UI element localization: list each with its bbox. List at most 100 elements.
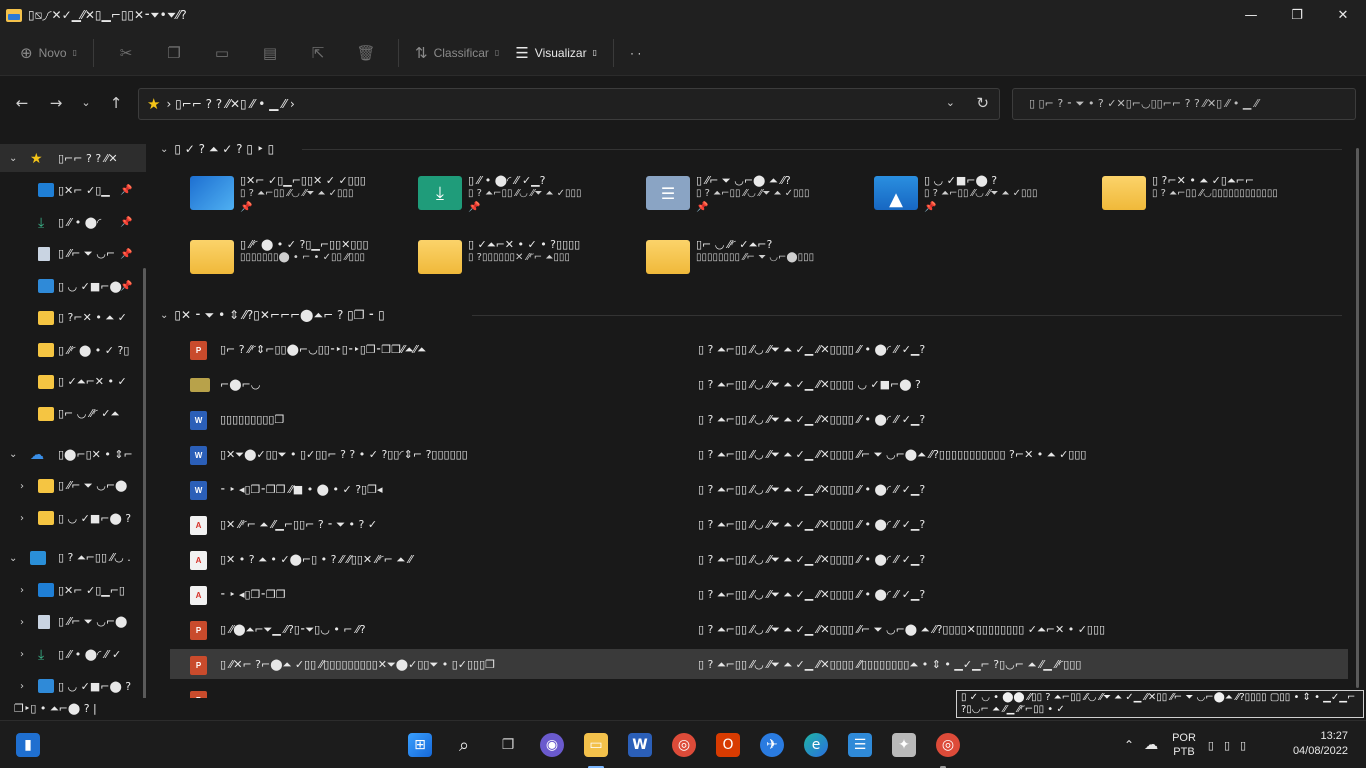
view-button[interactable]: ☰ Visualizar ▯ — [507, 37, 605, 69]
chevron-up-icon[interactable]: ⌃ — [1124, 738, 1134, 752]
maximize-button[interactable]: ❐ — [1274, 0, 1320, 30]
pdf-file-icon: A — [190, 586, 207, 605]
chevron-down-icon[interactable]: ⌄ — [160, 144, 168, 155]
tile[interactable]: ☰ ▯ ⁄⁄⌐ ⏷ ◡⌐⬤ ⏶ ⁄⁄? ▯ ? ⏶⌐▯▯ ⁄⁄◡ ⁄⁄⏷ ⏶ ✓… — [646, 168, 866, 224]
sidebar-item[interactable]: ▯ ⁄⁄⌐ ⏷ ◡⌐ 📌 — [0, 240, 146, 268]
file-row[interactable]: A ⁃ ‣ ◂▯❐⁃❐❐ ▯ ? ⏶⌐▯▯ ⁄⁄◡ ⁄⁄⏷ ⏶ ✓▁ ⁄⁄✕▯▯… — [170, 579, 1348, 609]
language-indicator[interactable]: POR PTB — [1172, 731, 1196, 759]
file-row[interactable]: ⌐⬤⌐◡ ▯ ? ⏶⌐▯▯ ⁄⁄◡ ⁄⁄⏷ ⏶ ✓▁ ⁄⁄✕▯▯▯▯ ◡ ✓■⌐… — [170, 369, 1348, 399]
sidebar-item[interactable]: › ▯ ◡ ✓■⌐⬤ ? — [0, 504, 146, 532]
forward-arrow-icon[interactable]: → — [46, 94, 66, 112]
word-icon[interactable]: W — [628, 733, 652, 757]
sidebar-item[interactable]: ▯✕⌐ ✓▯▁ 📌 — [0, 176, 146, 204]
new-button[interactable]: ⊕ Novo ▯ — [12, 37, 85, 69]
chevron-right-icon[interactable]: › — [20, 481, 24, 492]
sidebar-item-quick-access[interactable]: ⌄ ★ ▯⌐⌐ ? ? ⁄⁄✕ — [0, 144, 146, 172]
file-row-selected[interactable]: P ▯ ⁄⁄✕⌐ ?⌐⬤⏶ ✓▯▯ ⁄⁄▯▯▯▯▯▯▯▯▯✕⏷⬤✓▯▯⏷ • ▯… — [170, 649, 1348, 679]
sort-button[interactable]: ⇅ Classificar ▯ — [407, 37, 507, 69]
sidebar-item[interactable]: ▯ ◡ ✓■⌐⬤ 📌 — [0, 272, 146, 300]
edge-icon[interactable]: e — [804, 733, 828, 757]
widgets-icon[interactable]: ▮ — [16, 733, 40, 757]
sidebar-item[interactable]: › ⤓ ▯ ⁄⁄ • ⬤◜ ⁄⁄ ✓ — [0, 640, 146, 668]
address-bar[interactable]: ★ › ▯⌐⌐ ? ? ⁄⁄✕▯ ⁄⁄ • ▁ ⁄⁄ › ⌄ ↻ — [138, 88, 1000, 120]
tile[interactable]: ▯✕⌐ ✓▯▁⌐▯▯✕ ✓ ✓▯▯▯ ▯ ? ⏶⌐▯▯ ⁄⁄◡ ⁄⁄⏷ ⏶ ✓▯… — [190, 168, 410, 224]
file-row[interactable]: W ⁃ ‣ ◂▯❐⁃❐❐ ⁄⁄■ • ⬤ • ✓ ?▯❐◂ ▯ ? ⏶⌐▯▯ ⁄… — [170, 474, 1348, 504]
sidebar-item[interactable]: › ▯ ⁄⁄⌐ ⏷ ◡⌐⬤ — [0, 608, 146, 636]
chevron-right-icon[interactable]: › — [20, 585, 24, 596]
more-options-button[interactable]: · · — [622, 37, 649, 69]
office-icon[interactable]: O — [716, 733, 740, 757]
sidebar-item[interactable]: ▯ ⁄⁄◜ ⬤ • ✓ ?▯ — [0, 336, 146, 364]
chrome-profile-icon[interactable]: ◎ — [936, 733, 960, 757]
file-row[interactable]: W ▯▯▯▯▯▯▯▯▯❐ ▯ ? ⏶⌐▯▯ ⁄⁄◡ ⁄⁄⏷ ⏶ ✓▁ ⁄⁄✕▯▯… — [170, 404, 1348, 434]
file-explorer-icon[interactable]: ▭ — [584, 733, 608, 757]
breadcrumb[interactable]: › ▯⌐⌐ ? ? ⁄⁄✕▯ ⁄⁄ • ▁ ⁄⁄ › — [166, 97, 294, 111]
sidebar-item[interactable]: › ▯ ⁄⁄⌐ ⏷ ◡⌐⬤ — [0, 472, 146, 500]
up-arrow-icon[interactable]: ↑ — [106, 94, 126, 112]
file-row[interactable]: A ▯✕ • ? ⏶ • ✓⬤⌐▯ • ? ⁄⁄ ⁄⁄▯▯✕ ⁄⁄◜⌐ ⏶ ⁄⁄… — [170, 544, 1348, 574]
sidebar-item-onedrive[interactable]: ⌄ ☁ ▯⬤⌐▯✕ • ⇕⌐ — [0, 440, 146, 468]
tile[interactable]: ▯ ✓⏶⌐✕ • ✓ • ?▯▯▯▯ ▯ ?▯▯▯▯▯▯✕ ⁄⁄◜⌐ ⏶▯▯▯ — [418, 232, 638, 288]
tile[interactable]: ▲ ▯ ◡ ✓■⌐⬤ ? ▯ ? ⏶⌐▯▯ ⁄⁄◡ ⁄⁄⏷ ⏶ ✓▯▯▯ 📌 — [874, 168, 1094, 224]
sidebar-item[interactable]: ▯ ✓⏶⌐✕ • ✓ — [0, 368, 146, 396]
battery-icon[interactable]: ▯ — [1240, 739, 1246, 752]
sidebar-item[interactable]: › ▯ ◡ ✓■⌐⬤ ? — [0, 672, 146, 698]
network-icon[interactable]: ▯ — [1208, 739, 1214, 752]
download-icon: ⤓ — [38, 215, 45, 231]
chevron-right-icon[interactable]: › — [20, 649, 24, 660]
file-location: ▯ ? ⏶⌐▯▯ ⁄⁄◡ ⁄⁄⏷ ⏶ ✓▁ ⁄⁄✕▯▯▯▯ ◡ ✓■⌐⬤ ? — [698, 378, 921, 391]
recent-locations-chevron-icon[interactable]: ⌄ — [76, 96, 96, 109]
search-icon[interactable]: ⌕ — [452, 733, 476, 757]
chevron-down-icon[interactable]: ⌄ — [946, 96, 955, 109]
pin-icon: 📌 — [120, 280, 133, 292]
app-icon[interactable]: ✦ — [892, 733, 916, 757]
refresh-icon[interactable]: ↻ — [976, 94, 989, 112]
chevron-down-icon[interactable]: ⌄ — [9, 553, 17, 564]
rename-button[interactable]: ▤ — [246, 37, 294, 69]
task-view-icon[interactable]: ❐ — [496, 733, 520, 757]
sidebar-item-this-pc[interactable]: ⌄ ▯ ? ⏶⌐▯▯ ⁄⁄◡ . — [0, 544, 146, 572]
quick-access-group-header[interactable]: ⌄ ▯ ✓ ? ⏶ ✓ ? ▯ ‣ ▯ — [160, 138, 274, 160]
copy-button[interactable]: ❐ — [150, 37, 198, 69]
chevron-right-icon[interactable]: › — [20, 681, 24, 692]
delete-button[interactable]: 🗑 — [342, 37, 390, 69]
onedrive-cloud-icon[interactable]: ☁ — [1144, 737, 1158, 753]
cut-button[interactable]: ✂ — [102, 37, 150, 69]
file-view-scrollbar[interactable] — [1356, 148, 1359, 688]
folder-icon — [38, 311, 54, 325]
start-icon[interactable]: ⊞ — [408, 733, 432, 757]
back-arrow-icon[interactable]: ← — [12, 94, 32, 112]
sidebar-item[interactable]: ▯⌐ ◡ ⁄⁄◜ ✓⏶ — [0, 400, 146, 428]
tile[interactable]: ▯ ?⌐✕ • ⏶ ✓▯⏶⌐⌐ ▯ ? ⏶⌐▯▯ ⁄⁄◡▯▯▯▯▯▯▯▯▯▯▯▯ — [1102, 168, 1322, 224]
chat-icon[interactable]: ◉ — [540, 733, 564, 757]
clock[interactable]: 13:27 04/08/2022 — [1293, 729, 1348, 759]
search-input[interactable]: ▯ ▯⌐ ? ⁃ ⏷ • ? ✓✕▯⌐◡▯▯⌐⌐ ? ? ⁄⁄✕▯ ⁄⁄ • ▁… — [1012, 88, 1356, 120]
chevron-down-icon[interactable]: ⌄ — [9, 153, 17, 164]
tile[interactable]: ⤓ ▯ ⁄⁄ • ⬤◜ ⁄⁄ ✓▁? ▯ ? ⏶⌐▯▯ ⁄⁄◡ ⁄⁄⏷ ⏶ ✓▯… — [418, 168, 638, 224]
tile[interactable]: ▯⌐ ◡ ⁄⁄◜ ✓⏶⌐? ▯▯▯▯▯▯▯▯ ⁄⁄⌐ ⏷ ◡⌐⬤▯▯▯ — [646, 232, 866, 288]
chevron-down-icon[interactable]: ⌄ — [160, 310, 168, 321]
chevron-right-icon[interactable]: › — [20, 513, 24, 524]
sidebar-item[interactable]: ⤓ ▯ ⁄⁄ • ⬤◜ 📌 — [0, 208, 146, 236]
close-button[interactable]: ✕ — [1320, 0, 1366, 30]
chevron-down-icon[interactable]: ⌄ — [9, 449, 17, 460]
safari-icon[interactable]: ✈ — [760, 733, 784, 757]
document-icon: ☰ — [646, 176, 690, 210]
recent-files-group-header[interactable]: ⌄ ▯✕ ⁃ ⏷ • ⇕ ⁄⁄?▯✕⌐⌐⌐⬤⏶⌐ ? ▯❐ ⁃ ▯ — [160, 304, 385, 326]
sidebar-item-label: ▯✕⌐ ✓▯▁⌐▯ — [58, 583, 125, 597]
file-row[interactable]: P ▯ ⁄⁄⬤⏶⌐⏷▁ ⁄⁄?▯⁃⏷▯◡ • ⌐ ⁄⁄? ▯ ? ⏶⌐▯▯ ⁄⁄… — [170, 614, 1348, 644]
file-row[interactable]: A ▯✕ ⁄⁄◜⌐ ⏶ ⁄⁄▁⌐▯▯⌐ ? ⁃ ⏷ • ? ✓ ▯ ? ⏶⌐▯▯… — [170, 509, 1348, 539]
minimize-button[interactable]: — — [1228, 0, 1274, 30]
sidebar-scrollbar[interactable] — [143, 268, 146, 698]
file-row[interactable]: W ▯✕⏷⬤✓▯▯⏷ • ▯✓▯▯⌐ ? ? • ✓ ?▯▯◜⇕⌐ ?▯▯▯▯▯… — [170, 439, 1348, 469]
paste-button[interactable]: ▭ — [198, 37, 246, 69]
sidebar-item[interactable]: ▯ ?⌐✕ • ⏶ ✓ — [0, 304, 146, 332]
sidebar-item[interactable]: › ▯✕⌐ ✓▯▁⌐▯ — [0, 576, 146, 604]
volume-icon[interactable]: ▯ — [1224, 739, 1230, 752]
chevron-right-icon[interactable]: › — [20, 617, 24, 628]
file-row[interactable]: P ▯⌐ ? ⁄⁄◜⇕⌐▯▯⬤⌐◡▯▯⁃‣▯⁃‣▯❐⁃❐❐⁄⁄⏶⁄⁄⏶ ▯ ? … — [170, 334, 1348, 364]
notepad-icon[interactable]: ☰ — [848, 733, 872, 757]
tile[interactable]: ▯ ⁄⁄◜ ⬤ • ✓ ?▯▁⌐▯▯✕▯▯▯ ▯▯▯▯▯▯▯⬤ • ⌐ • ✓▯… — [190, 232, 410, 288]
chrome-icon[interactable]: ◎ — [672, 733, 696, 757]
share-button[interactable]: ⇱ — [294, 37, 342, 69]
